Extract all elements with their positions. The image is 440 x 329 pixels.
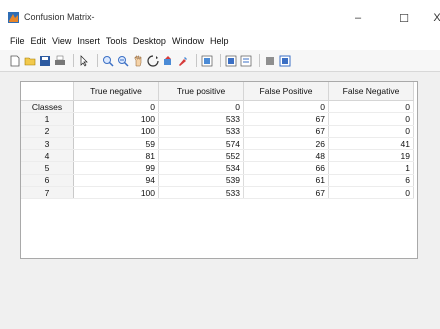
show-plot-tools-icon[interactable] (279, 55, 291, 67)
colorbar-icon[interactable] (225, 55, 237, 67)
toolbar-separator (73, 54, 74, 67)
minimize-button[interactable]: – (347, 8, 369, 28)
menu-insert[interactable]: Insert (74, 36, 103, 46)
new-figure-icon[interactable] (9, 55, 21, 67)
table-cell[interactable]: 66 (243, 161, 329, 175)
table-row: 5 99 534 66 1 (21, 161, 414, 175)
table-cell[interactable]: 41 (328, 137, 414, 151)
table-row: 1 100 533 67 0 (21, 112, 414, 126)
menu-tools[interactable]: Tools (103, 36, 130, 46)
print-icon[interactable] (54, 55, 66, 67)
brush-icon[interactable] (177, 55, 189, 67)
table-cell[interactable]: 26 (243, 137, 329, 151)
rotate-icon[interactable] (147, 54, 159, 67)
close-button[interactable]: X (426, 8, 440, 28)
table-row: 4 81 552 48 19 (21, 149, 414, 163)
open-file-icon[interactable] (24, 55, 36, 67)
row-header[interactable]: 1 (21, 112, 74, 126)
table-header-row: True negative True positive False Positi… (21, 82, 414, 101)
table-cell[interactable]: 19 (328, 149, 414, 163)
table-row: 2 100 533 67 0 (21, 125, 414, 138)
table-cell[interactable]: 539 (158, 174, 244, 188)
menu-desktop[interactable]: Desktop (130, 36, 169, 46)
matlab-figure-icon (8, 12, 19, 23)
pan-icon[interactable] (132, 55, 144, 67)
column-header-true-negative[interactable]: True negative (73, 82, 159, 101)
uitable: True negative True positive False Positi… (21, 82, 414, 200)
table-cell[interactable]: 6 (328, 174, 414, 188)
zoom-out-icon[interactable] (117, 55, 129, 67)
row-header[interactable]: 5 (21, 161, 74, 175)
table-cell[interactable]: 99 (73, 161, 159, 175)
row-header[interactable]: 6 (21, 174, 74, 188)
table-cell[interactable]: 67 (243, 186, 329, 200)
link-plot-icon[interactable] (201, 55, 213, 67)
row-header[interactable]: 2 (21, 125, 74, 138)
row-header[interactable]: 4 (21, 149, 74, 163)
title-bar: Confusion Matrix- – ☐ X (0, 0, 440, 32)
table-cell[interactable]: 0 (243, 100, 329, 114)
table-cell[interactable]: 0 (328, 112, 414, 126)
table-cell[interactable]: 59 (73, 137, 159, 151)
menu-view[interactable]: View (49, 36, 74, 46)
table-cell[interactable]: 67 (243, 125, 329, 138)
maximize-button[interactable]: ☐ (393, 8, 415, 28)
toolbar-separator (259, 54, 260, 67)
table-cell[interactable]: 61 (243, 174, 329, 188)
table-cell[interactable]: 48 (243, 149, 329, 163)
save-icon[interactable] (39, 55, 51, 67)
table-cell[interactable]: 0 (328, 186, 414, 200)
table-cell[interactable]: 81 (73, 149, 159, 163)
table-cell[interactable]: 533 (158, 112, 244, 126)
table-cell[interactable]: 0 (328, 100, 414, 114)
toolbar-separator (220, 54, 221, 67)
column-header-false-negative[interactable]: False Negative (328, 82, 414, 101)
pointer-icon[interactable] (78, 54, 90, 67)
figure-toolbar (0, 50, 440, 72)
table-cell[interactable]: 1 (328, 161, 414, 175)
zoom-in-icon[interactable] (102, 55, 114, 67)
corner-cell (21, 82, 74, 101)
table-cell[interactable]: 0 (73, 100, 159, 114)
toolbar-separator (196, 54, 197, 67)
menu-file[interactable]: File (0, 36, 28, 46)
table-row: 7 100 533 67 0 (21, 186, 414, 200)
menu-bar: File Edit View Insert Tools Desktop Wind… (0, 32, 440, 50)
table-cell[interactable]: 100 (73, 125, 159, 138)
hide-plot-tools-icon[interactable] (264, 55, 276, 67)
table-row: 6 94 539 61 6 (21, 174, 414, 188)
menu-help[interactable]: Help (207, 36, 232, 46)
table-cell[interactable]: 534 (158, 161, 244, 175)
table-cell[interactable]: 100 (73, 186, 159, 200)
column-header-true-positive[interactable]: True positive (158, 82, 244, 101)
table-cell[interactable]: 67 (243, 112, 329, 126)
legend-icon[interactable] (240, 55, 252, 67)
table-cell[interactable]: 0 (158, 100, 244, 114)
table-cell[interactable]: 94 (73, 174, 159, 188)
menu-edit[interactable]: Edit (28, 36, 50, 46)
table-row: Classes 0 0 0 0 (21, 100, 414, 114)
table-cell[interactable]: 100 (73, 112, 159, 126)
confusion-matrix-table[interactable]: True negative True positive False Positi… (20, 81, 418, 259)
data-cursor-icon[interactable] (162, 55, 174, 67)
table-row: 3 59 574 26 41 (21, 137, 414, 151)
table-cell[interactable]: 533 (158, 186, 244, 200)
table-cell[interactable]: 574 (158, 137, 244, 151)
row-header[interactable]: 7 (21, 186, 74, 200)
row-header[interactable]: Classes (21, 100, 74, 114)
toolbar-separator (97, 54, 98, 67)
table-cell[interactable]: 533 (158, 125, 244, 138)
column-header-false-positive[interactable]: False Positive (243, 82, 329, 101)
window-title: Confusion Matrix- (24, 12, 95, 22)
menu-window[interactable]: Window (169, 36, 207, 46)
row-header[interactable]: 3 (21, 137, 74, 151)
table-cell[interactable]: 552 (158, 149, 244, 163)
table-cell[interactable]: 0 (328, 125, 414, 138)
